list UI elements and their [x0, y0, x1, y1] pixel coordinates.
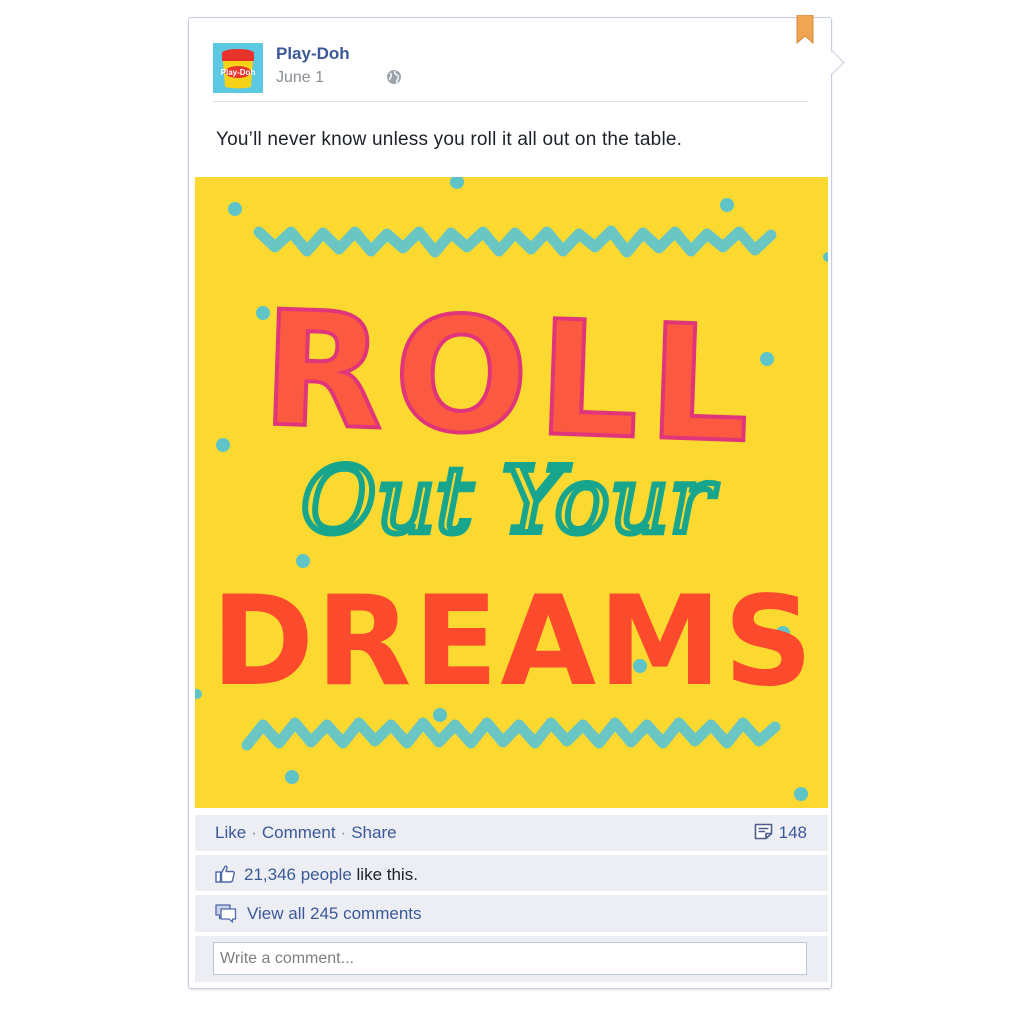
- like-link[interactable]: Like: [215, 823, 246, 842]
- globe-icon: [387, 70, 401, 84]
- artwork-line-out-your: Out Your: [301, 447, 718, 554]
- bookmark-icon[interactable]: [795, 15, 815, 45]
- post-card: Play-Doh Play-Doh June 1 You’ll never kn…: [188, 15, 845, 989]
- card-pointer: [820, 50, 845, 75]
- likes-bar: 21,346 people like this.: [195, 855, 828, 891]
- share-count[interactable]: 148: [754, 823, 807, 843]
- separator: ·: [340, 823, 347, 842]
- share-count-value: 148: [778, 823, 807, 842]
- play-doh-logo-icon: Play-Doh: [213, 43, 263, 93]
- post-image[interactable]: ROLL Out Your DREAMS: [195, 177, 828, 808]
- actions-links: Like · Comment · Share: [215, 823, 397, 843]
- share-link[interactable]: Share: [351, 823, 396, 842]
- header-divider: [213, 101, 808, 102]
- view-comments-row[interactable]: View all 245 comments: [215, 904, 422, 924]
- likes-count-link[interactable]: 21,346 people: [244, 865, 352, 884]
- comment-link[interactable]: Comment: [262, 823, 336, 842]
- comments-bar: View all 245 comments: [195, 895, 828, 932]
- comment-bubble-icon: [215, 904, 237, 923]
- avatar-logo-text: Play-Doh: [221, 68, 256, 77]
- likes-suffix: like this.: [356, 865, 418, 884]
- author-name[interactable]: Play-Doh: [276, 44, 350, 64]
- comment-input[interactable]: [213, 942, 807, 975]
- thumbs-up-icon: [215, 865, 236, 883]
- avatar[interactable]: Play-Doh: [213, 43, 263, 93]
- artwork-line-dreams: DREAMS: [211, 570, 815, 714]
- separator: ·: [251, 823, 257, 842]
- actions-bar: Like · Comment · Share 148: [195, 815, 828, 851]
- post-message: You’ll never know unless you roll it all…: [216, 129, 683, 150]
- write-comment-bar: [195, 936, 828, 982]
- view-all-comments-link[interactable]: View all 245 comments: [247, 904, 422, 923]
- likes-summary: 21,346 people like this.: [215, 864, 418, 885]
- post-date[interactable]: June 1: [276, 69, 324, 87]
- share-count-icon: [754, 823, 772, 840]
- roll-out-your-dreams-artwork: ROLL Out Your DREAMS: [195, 177, 828, 808]
